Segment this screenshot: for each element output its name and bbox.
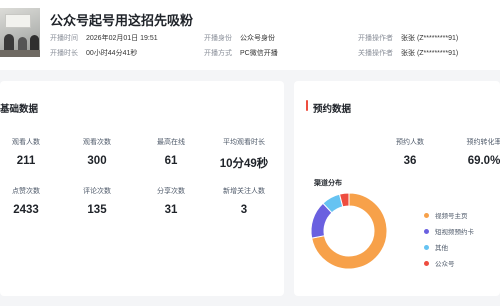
stat-shares: 分享次数 31 <box>157 188 185 216</box>
meta-start-time: 开播时间 2026年02月01日 19:51 <box>50 35 158 42</box>
legend-item-1[interactable]: 视频号主页 <box>424 207 474 223</box>
stat-peak-online: 最高在线 61 <box>157 139 185 167</box>
stat-new-followers: 新增关注人数 3 <box>223 188 265 216</box>
booking-data-card: 预约数据 预约人数 36 预约转化率 69.0% 渠道分布 视频号主页短视频预约卡其… <box>294 81 500 296</box>
live-title: 公众号起号用这招先吸粉 <box>50 13 194 28</box>
live-cover-thumbnail <box>0 8 40 57</box>
live-info-header: 公众号起号用这招先吸粉 开播时间 2026年02月01日 19:51 开播时长 00… <box>0 0 500 70</box>
legend-dot-icon <box>424 244 429 250</box>
stat-booking-conversion: 预约转化率 69.0% <box>466 139 500 167</box>
legend-label: 公众号 <box>435 261 455 268</box>
stat-likes: 点赞次数 2433 <box>12 188 40 216</box>
meta-stop-operator: 关播操作者 张张 (Z*********91) <box>358 50 459 57</box>
meta-duration: 开播时长 00小时44分41秒 <box>50 50 138 57</box>
stat-avg-watch-time: 平均观看时长 10分49秒 <box>219 139 269 170</box>
legend-item-4[interactable]: 公众号 <box>424 255 474 271</box>
legend-label: 视频号主页 <box>435 213 468 220</box>
legend-dot-icon <box>424 228 429 234</box>
meta-identity: 开播身份 公众号身份 <box>204 35 275 42</box>
meta-method: 开播方式 PC微信开播 <box>204 50 278 57</box>
legend-label: 其他 <box>435 245 448 252</box>
stat-viewers: 观看人数 211 <box>12 139 40 167</box>
channel-distribution-title: 渠道分布 <box>314 180 342 187</box>
channel-donut-chart <box>310 192 388 270</box>
channel-legend: 视频号主页短视频预约卡 其他公众号 <box>424 207 474 271</box>
stat-bookings: 预约人数 36 <box>396 139 424 167</box>
section-accent-bar <box>306 100 308 111</box>
basic-data-title: 基础数据 <box>0 104 39 115</box>
booking-data-title: 预约数据 <box>313 104 352 115</box>
legend-dot-icon <box>424 260 429 266</box>
meta-start-operator: 开播操作者 张张 (Z*********91) <box>358 35 459 42</box>
legend-item-3[interactable]: 其他 <box>424 239 474 255</box>
legend-dot-icon <box>424 212 429 218</box>
legend-item-2[interactable]: 短视频预约卡 <box>424 223 474 239</box>
basic-data-card: 基础数据 观看人数 211 观看次数 300 最高在线 61 平均观看时长 10分49秒… <box>0 81 284 296</box>
stat-comments: 评论次数 135 <box>83 188 111 216</box>
legend-label: 短视频预约卡 <box>435 229 474 236</box>
stat-views: 观看次数 300 <box>83 139 111 167</box>
